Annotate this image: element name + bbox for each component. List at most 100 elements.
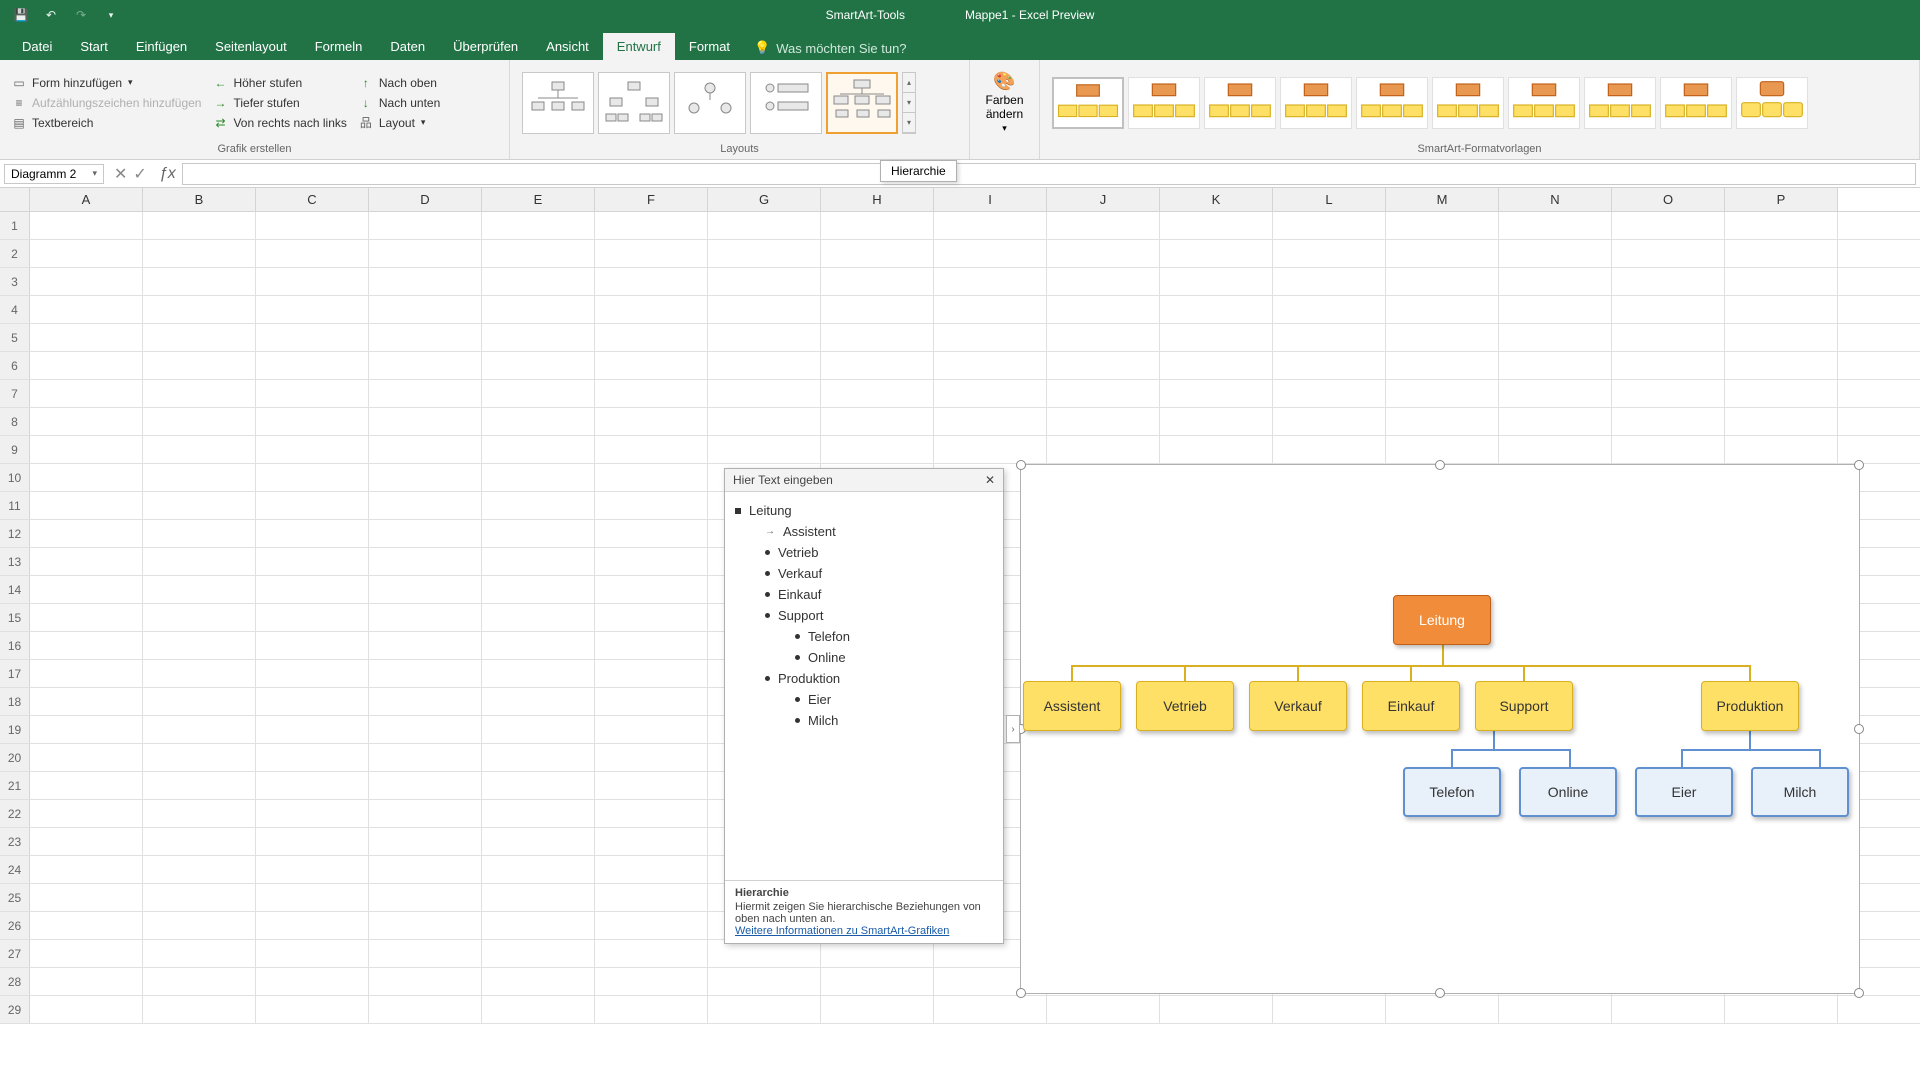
cell[interactable] bbox=[143, 940, 256, 967]
cell[interactable] bbox=[30, 212, 143, 239]
cell[interactable] bbox=[482, 660, 595, 687]
cell[interactable] bbox=[143, 492, 256, 519]
cell[interactable] bbox=[482, 352, 595, 379]
node-assistent[interactable]: Assistent bbox=[1023, 681, 1121, 731]
cell[interactable] bbox=[369, 240, 482, 267]
cell[interactable] bbox=[482, 520, 595, 547]
cell[interactable] bbox=[256, 212, 369, 239]
cell[interactable] bbox=[369, 520, 482, 547]
cell[interactable] bbox=[30, 268, 143, 295]
cell[interactable] bbox=[1499, 240, 1612, 267]
cell[interactable] bbox=[1386, 408, 1499, 435]
cell[interactable] bbox=[708, 240, 821, 267]
cell[interactable] bbox=[369, 800, 482, 827]
layout-thumb-5-selected[interactable] bbox=[826, 72, 898, 134]
cell[interactable] bbox=[595, 352, 708, 379]
cell[interactable] bbox=[708, 408, 821, 435]
cell[interactable] bbox=[369, 604, 482, 631]
cell[interactable] bbox=[369, 268, 482, 295]
cell[interactable] bbox=[1725, 380, 1838, 407]
cell[interactable] bbox=[256, 548, 369, 575]
cell[interactable] bbox=[1160, 240, 1273, 267]
close-icon[interactable]: ✕ bbox=[985, 473, 995, 487]
row-header[interactable]: 19 bbox=[0, 716, 30, 743]
tab-einfuegen[interactable]: Einfügen bbox=[122, 33, 201, 60]
row-header[interactable]: 15 bbox=[0, 604, 30, 631]
smartart-canvas[interactable]: › Leitung Assistent Vetrieb Verkauf Eink… bbox=[1020, 464, 1860, 994]
cell[interactable] bbox=[369, 772, 482, 799]
col-header[interactable]: I bbox=[934, 188, 1047, 211]
tell-me-search[interactable]: 💡 Was möchten Sie tun? bbox=[744, 36, 917, 60]
cell[interactable] bbox=[256, 688, 369, 715]
col-header[interactable]: N bbox=[1499, 188, 1612, 211]
cell[interactable] bbox=[482, 240, 595, 267]
cell[interactable] bbox=[482, 492, 595, 519]
tab-ansicht[interactable]: Ansicht bbox=[532, 33, 603, 60]
cell[interactable] bbox=[143, 884, 256, 911]
node-verkauf[interactable]: Verkauf bbox=[1249, 681, 1347, 731]
cell[interactable] bbox=[821, 240, 934, 267]
cell[interactable] bbox=[30, 884, 143, 911]
cell[interactable] bbox=[708, 268, 821, 295]
cell[interactable] bbox=[143, 296, 256, 323]
cell[interactable] bbox=[1047, 436, 1160, 463]
smartart-info-link[interactable]: Weitere Informationen zu SmartArt-Grafik… bbox=[735, 925, 949, 937]
cell[interactable] bbox=[1386, 996, 1499, 1023]
cell[interactable] bbox=[1499, 380, 1612, 407]
cell[interactable] bbox=[256, 912, 369, 939]
cell[interactable] bbox=[482, 576, 595, 603]
cell[interactable] bbox=[821, 380, 934, 407]
col-header[interactable]: G bbox=[708, 188, 821, 211]
cell[interactable] bbox=[369, 408, 482, 435]
cell[interactable] bbox=[1273, 240, 1386, 267]
cell[interactable] bbox=[1386, 240, 1499, 267]
cell[interactable] bbox=[256, 996, 369, 1023]
cell[interactable] bbox=[1725, 268, 1838, 295]
cell[interactable] bbox=[1386, 324, 1499, 351]
cell[interactable] bbox=[143, 716, 256, 743]
cell[interactable] bbox=[256, 884, 369, 911]
cell[interactable] bbox=[143, 744, 256, 771]
cell[interactable] bbox=[595, 828, 708, 855]
cell[interactable] bbox=[482, 296, 595, 323]
row-header[interactable]: 26 bbox=[0, 912, 30, 939]
cell[interactable] bbox=[482, 800, 595, 827]
row-header[interactable]: 29 bbox=[0, 996, 30, 1023]
cell[interactable] bbox=[595, 968, 708, 995]
col-header[interactable]: F bbox=[595, 188, 708, 211]
cell[interactable] bbox=[30, 716, 143, 743]
cell[interactable] bbox=[369, 548, 482, 575]
style-thumb-2[interactable] bbox=[1128, 77, 1200, 129]
cell[interactable] bbox=[1160, 268, 1273, 295]
redo-icon[interactable]: ↷ bbox=[70, 4, 92, 26]
tab-format[interactable]: Format bbox=[675, 33, 744, 60]
tab-ueberpruefen[interactable]: Überprüfen bbox=[439, 33, 532, 60]
cell[interactable] bbox=[708, 352, 821, 379]
cell[interactable] bbox=[595, 436, 708, 463]
cell[interactable] bbox=[256, 772, 369, 799]
cell[interactable] bbox=[1047, 380, 1160, 407]
cell[interactable] bbox=[143, 408, 256, 435]
col-header[interactable]: A bbox=[30, 188, 143, 211]
text-pane-item[interactable]: Produktion bbox=[735, 668, 993, 689]
row-header[interactable]: 4 bbox=[0, 296, 30, 323]
cell[interactable] bbox=[1273, 380, 1386, 407]
cell[interactable] bbox=[30, 800, 143, 827]
cell[interactable] bbox=[595, 632, 708, 659]
cell[interactable] bbox=[30, 940, 143, 967]
cell[interactable] bbox=[1273, 408, 1386, 435]
cell[interactable] bbox=[256, 856, 369, 883]
cell[interactable] bbox=[1725, 996, 1838, 1023]
cell[interactable] bbox=[369, 688, 482, 715]
col-header[interactable]: M bbox=[1386, 188, 1499, 211]
cell[interactable] bbox=[482, 436, 595, 463]
cell[interactable] bbox=[1160, 436, 1273, 463]
style-thumb-10[interactable] bbox=[1736, 77, 1808, 129]
node-einkauf[interactable]: Einkauf bbox=[1362, 681, 1460, 731]
cell[interactable] bbox=[143, 268, 256, 295]
cell[interactable] bbox=[1386, 352, 1499, 379]
text-pane-item[interactable]: →Assistent bbox=[735, 521, 993, 542]
cell[interactable] bbox=[256, 828, 369, 855]
cell[interactable] bbox=[1499, 268, 1612, 295]
col-header[interactable]: O bbox=[1612, 188, 1725, 211]
